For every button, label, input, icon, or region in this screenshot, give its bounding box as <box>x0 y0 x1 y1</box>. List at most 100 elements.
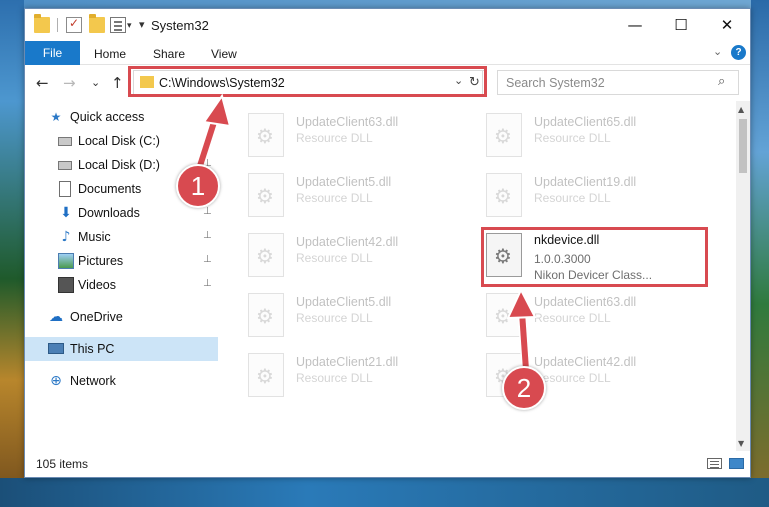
dll-file-icon <box>486 233 522 277</box>
customize-toolbar-icon[interactable]: ▾ <box>139 18 145 31</box>
network-icon: ⊕ <box>50 373 62 389</box>
sidebar-item-pictures[interactable]: Pictures ⊥ <box>25 249 218 273</box>
search-placeholder[interactable]: Search System32 <box>506 76 605 90</box>
file-type: Resource DLL <box>296 251 373 265</box>
sidebar-item-label: Pictures <box>78 254 124 268</box>
sidebar-item-network[interactable]: ⊕ Network <box>25 369 218 393</box>
onedrive-icon: ☁ <box>49 309 63 325</box>
list-item[interactable]: UpdateClient63.dll Resource DLL <box>248 111 478 167</box>
sidebar-item-local-disk-c[interactable]: Local Disk (C:) <box>25 129 218 153</box>
address-dropdown-icon[interactable]: ⌄ <box>454 74 463 87</box>
list-item[interactable]: UpdateClient5.dll Resource DLL <box>248 171 478 227</box>
file-description: Nikon Devicer Class... <box>534 268 653 282</box>
file-version: 1.0.0.3000 <box>534 252 591 266</box>
search-box[interactable]: Search System32 ⌕ <box>497 70 739 95</box>
sidebar-item-music[interactable]: ♪ Music ⊥ <box>25 225 218 249</box>
scroll-up-icon[interactable]: ▲ <box>738 105 744 114</box>
pin-icon: ⊥ <box>203 254 212 265</box>
file-name: nkdevice.dll <box>534 233 600 247</box>
sidebar-item-label: Local Disk (D:) <box>78 158 160 172</box>
large-icons-view-icon[interactable] <box>729 458 744 469</box>
music-icon: ♪ <box>61 229 71 245</box>
sidebar-item-label: OneDrive <box>70 310 123 324</box>
minimize-button[interactable]: — <box>612 9 658 41</box>
close-button[interactable]: ✕ <box>704 9 750 41</box>
file-type: Resource DLL <box>296 371 373 385</box>
details-view-icon[interactable] <box>707 458 722 469</box>
tab-share[interactable]: Share <box>153 47 185 61</box>
chevron-down-icon[interactable]: ▾ <box>127 20 132 31</box>
file-list: UpdateClient63.dll Resource DLL UpdateCl… <box>218 101 736 451</box>
navigation-bar: ← → ⌄ ↑ C:\Windows\System32 ⌄ ↻ Search S… <box>25 65 750 101</box>
drive-icon <box>58 161 72 170</box>
vertical-scrollbar[interactable]: ▲ ▼ <box>736 101 750 451</box>
star-icon: ★ <box>50 110 62 124</box>
file-type: Resource DLL <box>296 131 373 145</box>
list-item[interactable]: UpdateClient63.dll Resource DLL <box>486 291 716 347</box>
step-badge-2: 2 <box>502 366 546 410</box>
list-item[interactable]: UpdateClient19.dll Resource DLL <box>486 171 716 227</box>
scrollbar-thumb[interactable] <box>739 119 747 173</box>
list-item[interactable]: UpdateClient5.dll Resource DLL <box>248 291 478 347</box>
file-type: Resource DLL <box>534 131 611 145</box>
desktop-background-bottom <box>0 478 769 507</box>
pin-icon: ⊥ <box>203 278 212 289</box>
address-bar[interactable]: C:\Windows\System32 ⌄ <box>133 70 483 95</box>
search-icon[interactable]: ⌕ <box>718 74 725 89</box>
file-explorer-window: ▾ ▾ System32 — ☐ ✕ File Home Share View … <box>24 8 751 478</box>
file-name: UpdateClient21.dll <box>296 355 399 369</box>
dll-file-icon <box>486 293 522 337</box>
sidebar-item-label: Local Disk (C:) <box>78 134 160 148</box>
dll-file-icon <box>486 173 522 217</box>
title-bar: ▾ ▾ System32 — ☐ ✕ <box>25 9 750 41</box>
properties-check-icon[interactable] <box>66 16 82 33</box>
scroll-down-icon[interactable]: ▼ <box>738 439 744 448</box>
list-item[interactable]: UpdateClient42.dll Resource DLL <box>248 231 478 287</box>
address-path[interactable]: C:\Windows\System32 <box>159 76 285 90</box>
file-name: UpdateClient63.dll <box>534 295 637 309</box>
tab-home[interactable]: Home <box>94 47 126 61</box>
up-arrow-icon[interactable]: ↑ <box>111 74 124 92</box>
sidebar-item-label: This PC <box>70 342 115 356</box>
tab-view[interactable]: View <box>211 47 237 61</box>
folder-icon[interactable] <box>34 14 50 33</box>
expand-ribbon-icon[interactable]: ⌄ <box>713 45 722 58</box>
new-folder-icon[interactable] <box>89 14 105 33</box>
dll-file-icon <box>248 173 284 217</box>
toolbar-divider <box>57 18 58 32</box>
recent-locations-icon[interactable]: ⌄ <box>91 76 100 89</box>
file-name: UpdateClient63.dll <box>296 115 399 129</box>
tab-file[interactable]: File <box>25 41 80 65</box>
dll-file-icon <box>248 293 284 337</box>
back-arrow-icon[interactable]: ← <box>36 74 49 92</box>
this-pc-icon <box>48 343 64 354</box>
sidebar-item-onedrive[interactable]: ☁ OneDrive <box>25 305 218 329</box>
file-name: UpdateClient42.dll <box>296 235 399 249</box>
dll-file-icon <box>486 113 522 157</box>
forward-arrow-icon[interactable]: → <box>63 74 76 92</box>
drive-icon <box>58 137 72 146</box>
folder-icon <box>140 76 154 88</box>
file-name: UpdateClient5.dll <box>296 295 392 309</box>
maximize-button[interactable]: ☐ <box>658 9 704 41</box>
sidebar-item-label: Network <box>70 374 116 388</box>
sidebar-item-this-pc[interactable]: This PC <box>25 337 218 361</box>
documents-icon <box>59 181 71 197</box>
help-icon[interactable]: ? <box>731 45 746 60</box>
ribbon-tabs: File Home Share View ⌄ ? <box>25 41 750 65</box>
properties-list-icon[interactable] <box>110 17 126 33</box>
list-item[interactable]: UpdateClient21.dll Resource DLL <box>248 351 478 407</box>
list-item[interactable]: UpdateClient65.dll Resource DLL <box>486 111 716 167</box>
file-name: UpdateClient65.dll <box>534 115 637 129</box>
dll-file-icon <box>248 233 284 277</box>
file-type: Resource DLL <box>534 191 611 205</box>
sidebar-item-videos[interactable]: Videos ⊥ <box>25 273 218 297</box>
list-item-nkdevice[interactable]: nkdevice.dll 1.0.0.3000 Nikon Devicer Cl… <box>486 231 716 289</box>
sidebar-item-label: Videos <box>78 278 116 292</box>
sidebar-item-quick-access[interactable]: ★ Quick access <box>25 105 218 129</box>
refresh-button[interactable]: ↻ <box>465 70 485 95</box>
dll-file-icon <box>248 113 284 157</box>
file-name: UpdateClient5.dll <box>296 175 392 189</box>
sidebar-item-label: Downloads <box>78 206 140 220</box>
file-name: UpdateClient19.dll <box>534 175 637 189</box>
